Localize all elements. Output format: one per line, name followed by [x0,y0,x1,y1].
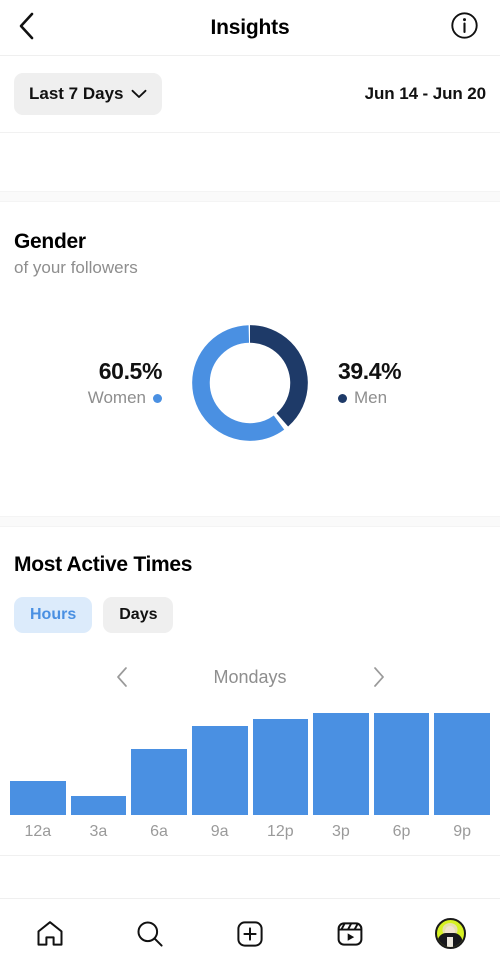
most-active-times-title: Most Active Times [14,553,193,576]
current-day-label: Mondays [213,666,287,687]
back-button[interactable] [0,0,54,56]
gender-donut-chart: 60.5% Women 39.4% Men [14,308,486,458]
page-title: Insights [210,15,290,39]
navbar: Insights [0,0,500,56]
tab-days[interactable]: Days [103,597,174,633]
men-color-dot [338,393,347,403]
insights-screen: Insights Last 7 Days Jun 14 - Jun 20 Gen… [0,0,500,968]
next-day-button[interactable] [365,664,391,690]
most-active-times-section: Most Active Times Hours Days Mondays [0,527,500,695]
x-tick-6a: 6a [150,823,168,840]
women-color-dot [153,393,162,403]
x-tick-6p: 6p [392,823,411,840]
bar-12p [252,719,309,815]
info-button[interactable] [442,0,486,56]
home-icon [37,920,63,946]
tab-create[interactable] [215,899,285,968]
bar-3p [313,713,369,815]
chevron-down-icon [131,89,147,99]
x-tick-12a: 12a [24,823,52,840]
gender-bottom-spacer [0,458,500,516]
tab-profile[interactable] [415,899,485,968]
bar-chart-bars [10,713,490,815]
tab-hours[interactable]: Hours [14,597,93,633]
bar-chart-x-axis: 12a 3a 6a 9a 12p 3p 6p 9p [0,823,500,841]
section-separator-1 [0,191,500,202]
most-active-tabs: Hours Days [14,597,486,633]
x-tick-3p: 3p [332,823,350,840]
men-label: Men [354,388,388,407]
tab-reels[interactable] [315,899,385,968]
previous-day-button[interactable] [109,664,135,690]
bar-3a [70,795,127,815]
active-times-bar-chart [0,713,500,815]
women-percent: 60.5% [98,358,163,384]
date-range-selector[interactable]: Last 7 Days [14,73,162,115]
date-row: Last 7 Days Jun 14 - Jun 20 [0,56,500,133]
chevron-left-icon [116,667,127,687]
x-tick-9p: 9p [453,823,472,840]
bottom-tab-bar [0,898,500,968]
date-range-label: Last 7 Days [29,84,124,103]
gender-title: Gender [14,230,86,253]
info-circle-icon [450,12,478,44]
date-range-value: Jun 14 - Jun 20 [364,84,486,103]
women-label: Women [87,388,146,407]
tab-home[interactable] [15,899,85,968]
gender-subtitle: of your followers [14,258,138,277]
bar-6a [131,748,187,815]
reels-icon [337,921,363,946]
men-percent: 39.4% [338,358,402,384]
donut-svg [192,325,308,441]
chevron-left-icon [16,11,38,46]
x-tick-9a: 9a [210,823,229,840]
bar-9a [191,726,248,815]
day-navigator: Mondays [14,659,486,695]
bar-9p [434,713,490,815]
chart-bottom-rule [0,855,500,856]
section-separator-2 [0,516,500,527]
x-tick-3a: 3a [89,823,108,840]
x-tick-12p: 12p [266,823,294,840]
bar-6p [373,713,430,815]
bar-12a [10,781,66,815]
avatar-shirt [447,937,453,947]
create-icon [237,920,263,947]
gender-section: Gender of your followers 60.5% Women 39.… [0,202,500,458]
profile-avatar-icon [434,918,466,949]
tab-search[interactable] [115,899,185,968]
legend-women: 60.5% Women [54,358,184,408]
search-icon [137,921,163,947]
top-spacer [0,133,500,191]
legend-men: 39.4% Men [316,358,446,408]
chevron-right-icon [373,667,384,687]
